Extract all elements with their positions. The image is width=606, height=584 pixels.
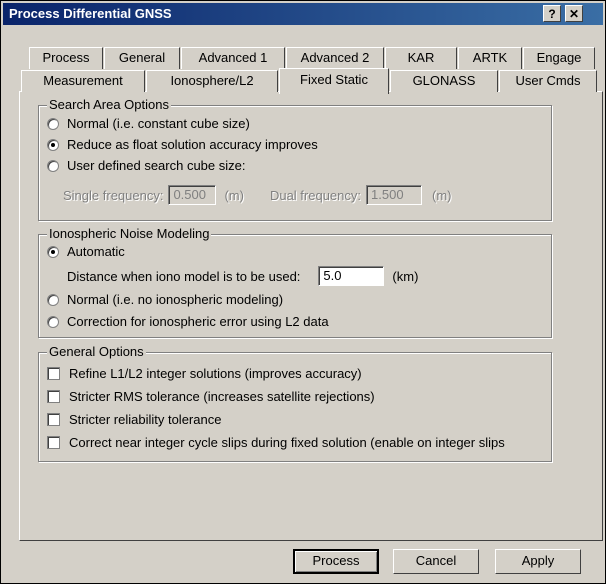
checkbox-label: Correct near integer cycle slips during …	[69, 435, 505, 450]
tab-advanced-2[interactable]: Advanced 2	[286, 47, 384, 69]
tab-general[interactable]: General	[104, 47, 180, 69]
tab-kar[interactable]: KAR	[385, 47, 457, 69]
general-options-group: General Options Refine L1/L2 integer sol…	[38, 344, 552, 462]
radio-indicator-selected	[47, 138, 59, 151]
checkbox-label: Refine L1/L2 integer solutions (improves…	[69, 366, 362, 381]
ionospheric-group: Ionospheric Noise Modeling Automatic Dis…	[38, 226, 552, 338]
radio-label: Correction for ionospheric error using L…	[67, 314, 329, 329]
title-bar[interactable]: Process Differential GNSS ? ✕	[3, 3, 603, 25]
help-button[interactable]: ?	[543, 5, 561, 22]
tab-artk[interactable]: ARTK	[458, 47, 522, 69]
checkbox-stricter-rms[interactable]: Stricter RMS tolerance (increases satell…	[47, 389, 375, 404]
checkbox-box	[47, 367, 60, 380]
ionospheric-title: Ionospheric Noise Modeling	[47, 226, 212, 241]
checkbox-box	[47, 436, 60, 449]
dialog-title: Process Differential GNSS	[9, 6, 172, 21]
radio-indicator	[47, 315, 59, 328]
radio-indicator	[47, 293, 59, 306]
checkbox-cycle-slips[interactable]: Correct near integer cycle slips during …	[47, 435, 505, 450]
radio-indicator	[47, 117, 59, 130]
radio-normal-iono[interactable]: Normal (i.e. no ionospheric modeling)	[47, 292, 283, 307]
process-button[interactable]: Process	[293, 549, 379, 574]
radio-indicator	[47, 159, 59, 172]
distance-row: Distance when iono model is to be used: …	[67, 266, 418, 286]
checkbox-box	[47, 390, 60, 403]
checkbox-stricter-reliability[interactable]: Stricter reliability tolerance	[47, 412, 221, 427]
cancel-button[interactable]: Cancel	[393, 549, 479, 574]
single-frequency-label: Single frequency:	[63, 187, 164, 203]
radio-label: Normal (i.e. constant cube size)	[67, 116, 250, 131]
tab-user-cmds[interactable]: User Cmds	[499, 70, 597, 92]
tab-engage[interactable]: Engage	[523, 47, 595, 69]
radio-label: Normal (i.e. no ionospheric modeling)	[67, 292, 284, 307]
single-frequency-input[interactable]: 0.500	[168, 185, 217, 205]
radio-indicator-selected	[47, 245, 59, 258]
tab-advanced-1[interactable]: Advanced 1	[181, 47, 285, 69]
radio-label: Reduce as float solution accuracy improv…	[67, 137, 318, 152]
process-differential-gnss-dialog: Process Differential GNSS ? ✕ Process Ge…	[0, 0, 606, 584]
radio-label: User defined search cube size:	[67, 158, 246, 173]
checkbox-label: Stricter RMS tolerance (increases satell…	[69, 389, 375, 404]
checkbox-label: Stricter reliability tolerance	[69, 412, 222, 427]
dual-frequency-input[interactable]: 1.500	[366, 185, 423, 205]
cube-size-row: Single frequency: 0.500 (m) Dual frequen…	[63, 185, 452, 205]
radio-reduce-float[interactable]: Reduce as float solution accuracy improv…	[47, 137, 318, 152]
single-frequency-unit: (m)	[224, 187, 244, 203]
general-options-title: General Options	[47, 344, 146, 359]
distance-input[interactable]: 5.0	[318, 266, 385, 286]
close-icon: ✕	[568, 7, 580, 21]
distance-unit: (km)	[392, 268, 419, 284]
radio-automatic[interactable]: Automatic	[47, 244, 125, 259]
radio-correction-l2[interactable]: Correction for ionospheric error using L…	[47, 314, 329, 329]
checkbox-box	[47, 413, 60, 426]
apply-button[interactable]: Apply	[495, 549, 581, 574]
radio-normal-cube[interactable]: Normal (i.e. constant cube size)	[47, 116, 250, 131]
search-area-group: Search Area Options Normal (i.e. constan…	[38, 97, 552, 221]
dual-frequency-label: Dual frequency:	[269, 187, 362, 203]
tab-measurement[interactable]: Measurement	[21, 70, 145, 92]
checkbox-refine-l1l2[interactable]: Refine L1/L2 integer solutions (improves…	[47, 366, 362, 381]
search-area-title: Search Area Options	[47, 97, 171, 112]
dual-frequency-unit: (m)	[432, 187, 452, 203]
tab-ionosphere-l2[interactable]: Ionosphere/L2	[146, 70, 278, 92]
distance-label: Distance when iono model is to be used:	[67, 268, 301, 284]
close-button[interactable]: ✕	[565, 5, 583, 22]
fixed-static-panel: Search Area Options Normal (i.e. constan…	[19, 91, 603, 541]
tab-fixed-static[interactable]: Fixed Static	[279, 68, 389, 94]
tab-glonass[interactable]: GLONASS	[390, 70, 498, 92]
radio-user-defined[interactable]: User defined search cube size:	[47, 158, 245, 173]
tab-process[interactable]: Process	[29, 47, 103, 69]
radio-label: Automatic	[67, 244, 125, 259]
